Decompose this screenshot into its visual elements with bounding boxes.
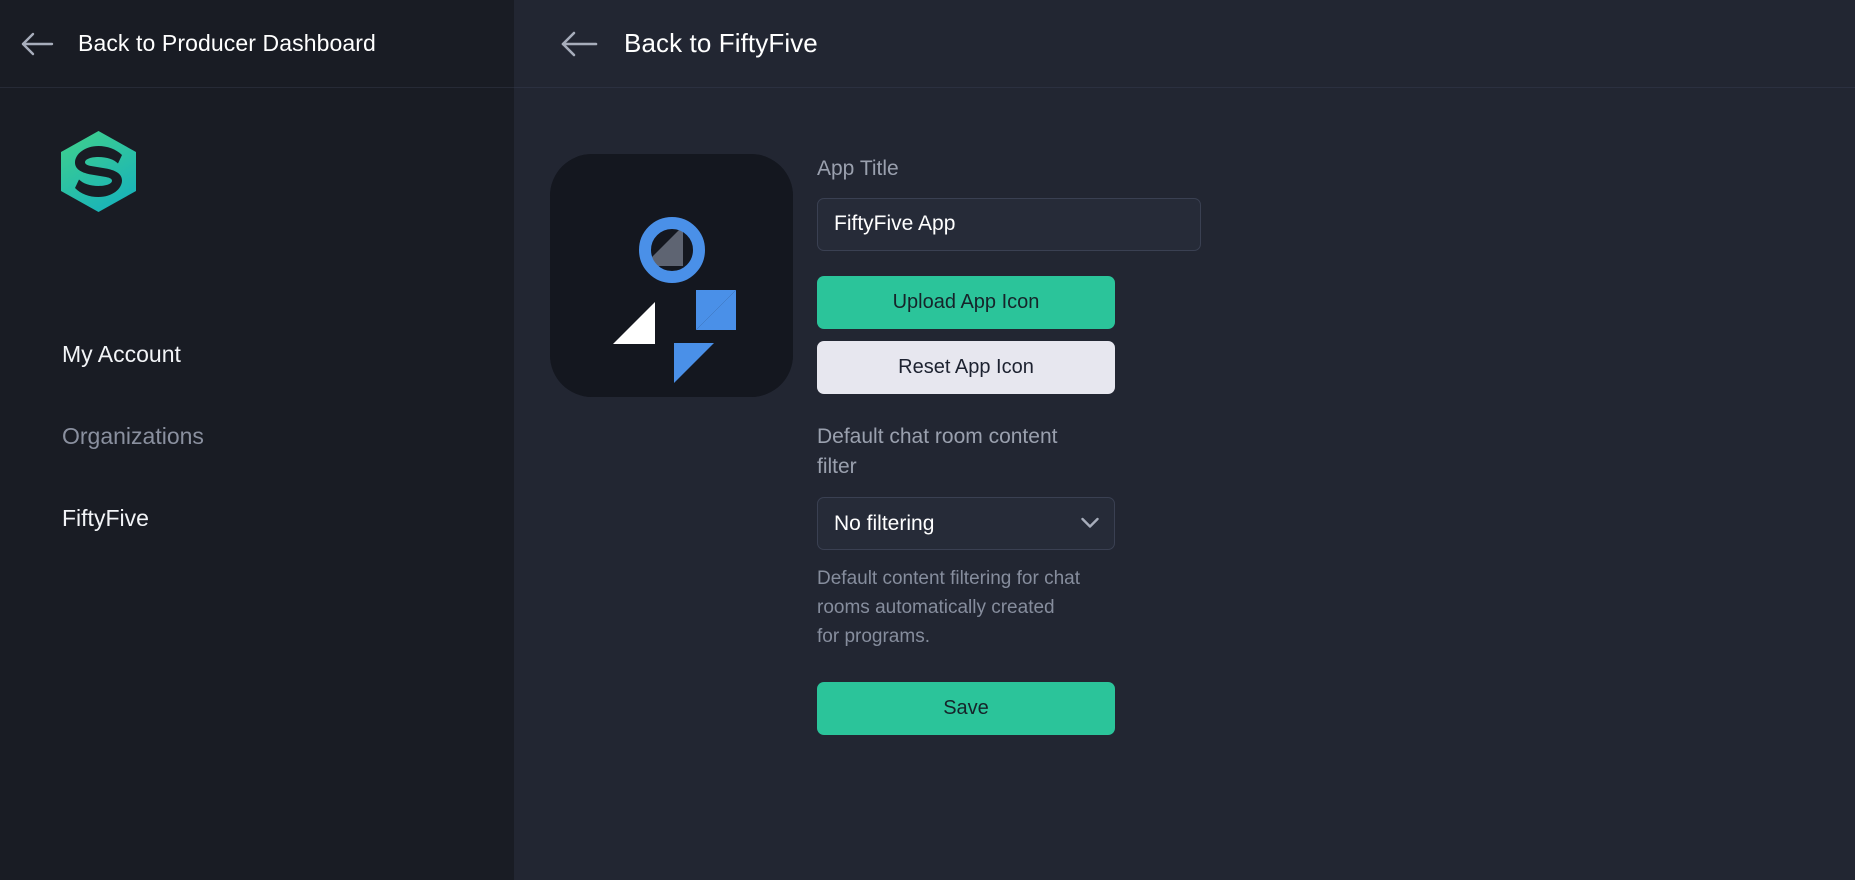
main-body: App Title Upload App Icon Reset App Icon… [514, 88, 1855, 880]
sidebar-item-label: My Account [62, 340, 181, 367]
arrow-left-icon [14, 21, 60, 67]
app-title-input[interactable] [817, 197, 1201, 251]
content-filter-label: Default chat room content filter [817, 424, 1058, 479]
main-back-label: Back to FiftyFive [624, 28, 818, 58]
content-filter-select[interactable]: No filtering [817, 496, 1115, 550]
content-filter-select-wrap: No filtering [817, 496, 1115, 550]
upload-app-icon-button[interactable]: Upload App Icon [817, 275, 1115, 329]
app-settings-fields: App Title Upload App Icon Reset App Icon… [817, 154, 1207, 735]
sidebar-item-my-account[interactable]: My Account [0, 330, 514, 378]
app-icon-preview[interactable] [550, 154, 793, 397]
main-back-link[interactable]: Back to FiftyFive [514, 0, 1855, 88]
hexagon-s-logo-svg [61, 131, 136, 212]
main-pane: Back to FiftyFive App Title FiftyFive Ap… [514, 0, 1855, 880]
reset-app-icon-button[interactable]: Reset App Icon [817, 340, 1115, 394]
arrow-left-icon [556, 21, 602, 67]
sidebar-item-label: Organizations [62, 422, 204, 449]
sidebar-item-organizations[interactable]: Organizations [0, 412, 514, 460]
app-settings-row: App Title Upload App Icon Reset App Icon… [514, 88, 1855, 735]
app-icon-artwork [550, 154, 793, 397]
sidebar: Back to Producer Dashboard My Account Or… [0, 0, 514, 880]
sidebar-back-label: Back to Producer Dashboard [78, 30, 376, 56]
save-button[interactable]: Save [817, 681, 1115, 735]
sidebar-item-fiftyfive[interactable]: FiftyFive [0, 494, 514, 542]
sidebar-item-label: FiftyFive [62, 504, 149, 531]
app-title-label: App Title [817, 157, 899, 180]
sidebar-back-link[interactable]: Back to Producer Dashboard [0, 0, 514, 88]
sidebar-nav: My Account Organizations FiftyFive [0, 330, 514, 542]
brand-logo [0, 88, 514, 218]
app-root: Back to Producer Dashboard My Account Or… [0, 0, 1855, 880]
content-filter-helper-text: Default content filtering for chat rooms… [817, 567, 1080, 647]
